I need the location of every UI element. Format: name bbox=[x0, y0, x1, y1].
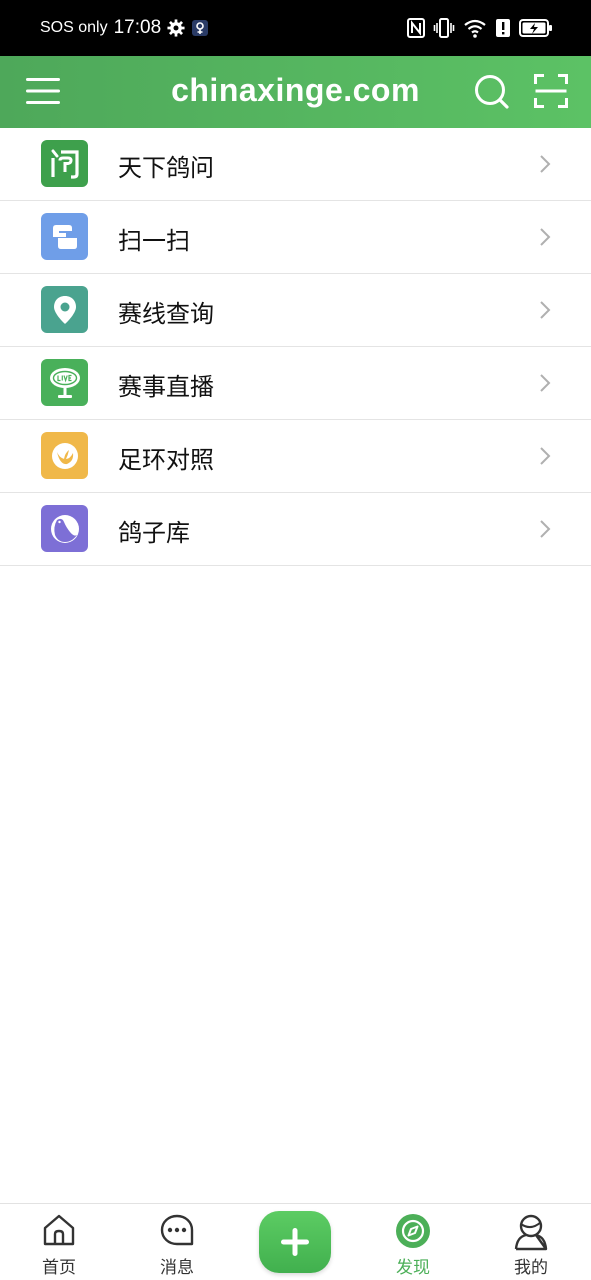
chevron-right-icon bbox=[540, 520, 551, 538]
tab-profile[interactable]: 我的 bbox=[481, 1204, 581, 1280]
menu-icon[interactable] bbox=[26, 74, 60, 108]
chevron-right-icon bbox=[540, 301, 551, 319]
wifi-icon bbox=[464, 19, 486, 38]
scan-icon[interactable] bbox=[534, 74, 568, 108]
scan-frame-icon bbox=[41, 213, 88, 260]
menu-item-leg-ring-lookup[interactable]: 足环对照 bbox=[0, 420, 591, 493]
ring-icon bbox=[41, 432, 88, 479]
live-icon bbox=[41, 359, 88, 406]
tab-label: 首页 bbox=[42, 1258, 76, 1278]
menu-item-label: 足环对照 bbox=[118, 446, 214, 474]
chevron-right-icon bbox=[540, 447, 551, 465]
vibrate-icon bbox=[433, 18, 455, 38]
menu-item-race-route-query[interactable]: 赛线查询 bbox=[0, 274, 591, 347]
nfc-icon bbox=[407, 18, 425, 38]
menu-item-label: 天下鸽问 bbox=[118, 154, 214, 182]
menu-item-label: 赛线查询 bbox=[118, 300, 214, 328]
add-button[interactable] bbox=[259, 1211, 331, 1273]
battery-charging-icon bbox=[519, 19, 552, 37]
menu-item-label: 赛事直播 bbox=[118, 373, 214, 401]
home-icon bbox=[43, 1214, 75, 1246]
clock: 17:08 bbox=[113, 17, 162, 38]
compass-icon bbox=[396, 1214, 430, 1248]
message-icon bbox=[160, 1214, 194, 1246]
tab-label: 发现 bbox=[396, 1258, 430, 1278]
tab-label: 消息 bbox=[160, 1258, 194, 1278]
chevron-right-icon bbox=[540, 155, 551, 173]
status-bar: SOS only 17:08 bbox=[0, 0, 591, 56]
menu-item-race-live[interactable]: 赛事直播 bbox=[0, 347, 591, 420]
menu-item-scan[interactable]: 扫一扫 bbox=[0, 201, 591, 274]
search-icon[interactable] bbox=[474, 74, 510, 110]
tab-label: 我的 bbox=[514, 1258, 548, 1278]
gear-icon bbox=[167, 19, 185, 37]
plus-icon bbox=[281, 1228, 309, 1256]
menu-item-label: 扫一扫 bbox=[118, 227, 190, 255]
tab-home[interactable]: 首页 bbox=[9, 1204, 109, 1280]
location-badge-icon bbox=[192, 20, 209, 36]
pigeon-icon bbox=[41, 505, 88, 552]
tab-messages[interactable]: 消息 bbox=[127, 1204, 227, 1280]
user-icon bbox=[514, 1214, 548, 1251]
chevron-right-icon bbox=[540, 228, 551, 246]
app-bar: chinaxinge.com bbox=[0, 56, 591, 128]
alert-icon bbox=[496, 19, 510, 37]
carrier-text: SOS only bbox=[40, 19, 108, 36]
menu-item-pigeon-database[interactable]: 鸽子库 bbox=[0, 493, 591, 566]
tab-discover[interactable]: 发现 bbox=[363, 1204, 463, 1280]
chevron-right-icon bbox=[540, 374, 551, 392]
menu-item-pigeon-questions[interactable]: 天下鸽问 bbox=[0, 128, 591, 201]
discover-menu-list: 天下鸽问 扫一扫 赛线查询 赛事直播 足环对照 鸽子库 bbox=[0, 128, 591, 566]
question-icon bbox=[41, 140, 88, 187]
bottom-tab-bar: 首页 消息 发现 我的 bbox=[0, 1203, 591, 1280]
menu-item-label: 鸽子库 bbox=[118, 519, 190, 547]
location-pin-icon bbox=[41, 286, 88, 333]
